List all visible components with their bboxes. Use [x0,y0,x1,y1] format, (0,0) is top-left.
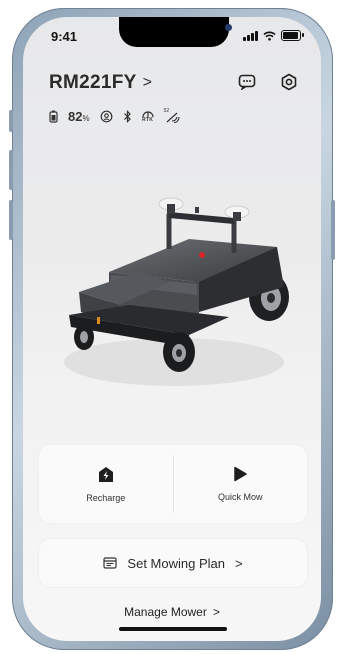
cellular-status: 52 [164,108,180,124]
chevron-right-icon: > [212,605,220,619]
header-actions [237,72,299,92]
recharge-label: Recharge [86,492,126,503]
chevron-right-icon: > [234,555,243,571]
notch [119,17,232,47]
app-screen: 9:41 RM221FY > 82% RTK 52 Recharge Quick… [23,17,321,641]
quick-actions-card: Recharge Quick Mow [39,445,307,523]
play-icon [234,466,247,482]
battery-percent: 82% [68,109,90,124]
side-button [331,200,335,260]
quick-mow-button[interactable]: Quick Mow [174,445,308,523]
battery-icon [281,30,304,41]
recharge-icon [98,466,113,482]
message-icon [238,74,256,90]
signal-icon [243,30,258,41]
chevron-right-icon: > [142,74,152,91]
quick-mow-label: Quick Mow [217,492,263,502]
cellular-signal-icon [166,112,180,123]
set-mowing-plan-label: Set Mowing Plan [127,555,225,571]
home-indicator[interactable] [119,627,227,631]
bluetooth-icon [123,110,131,123]
recharge-button[interactable]: Recharge [39,445,173,523]
wifi-icon [263,31,276,41]
device-title[interactable]: RM221FY > [49,72,152,94]
side-button [9,150,13,190]
battery-level-icon [49,110,58,123]
location-icon [100,110,112,123]
manage-mower-label: Manage Mower [124,605,207,619]
status-icons [243,30,304,41]
side-button [9,110,13,132]
set-mowing-plan-button[interactable]: Set Mowing Plan > [39,539,307,587]
settings-button[interactable] [279,72,299,92]
rtk-label: RTK [142,116,154,123]
device-status-row: 82% RTK 52 [49,108,180,124]
gear-icon [281,73,297,91]
status-time: 9:41 [51,29,78,44]
side-button [9,200,13,240]
rtk-status: RTK [141,110,154,123]
calendar-icon [103,557,118,569]
device-name: RM221FY [49,72,137,93]
message-button[interactable] [237,72,257,92]
manage-mower-link[interactable]: Manage Mower > [23,605,321,619]
camera-icon [225,24,232,31]
mower-image [39,177,309,407]
